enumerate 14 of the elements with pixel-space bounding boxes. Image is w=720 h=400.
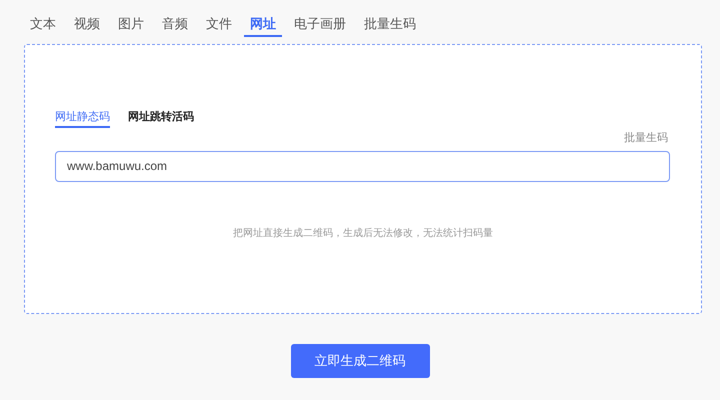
tab[interactable]: 文本 (24, 12, 62, 37)
generate-qr-button[interactable]: 立即生成二维码 (290, 344, 430, 378)
hint-text: 把网址直接生成二维码，生成后无法修改，无法统计扫码量 (233, 226, 493, 240)
tab[interactable]: 音频 (156, 12, 194, 37)
tab[interactable]: 文件 (200, 12, 238, 37)
sub-tab[interactable]: 网址跳转活码 (128, 109, 194, 128)
tab[interactable]: 批量生码 (358, 12, 422, 37)
url-input-field[interactable]: www.bamuwu.com (55, 150, 670, 182)
tab[interactable]: 视频 (68, 12, 106, 37)
batch-generate-link[interactable]: 批量生码 (624, 130, 668, 146)
sub-tab[interactable]: 网址静态码 (55, 109, 110, 128)
tab[interactable]: 网址 (244, 12, 282, 37)
tab[interactable]: 图片 (112, 12, 150, 37)
tab[interactable]: 电子画册 (288, 12, 352, 37)
